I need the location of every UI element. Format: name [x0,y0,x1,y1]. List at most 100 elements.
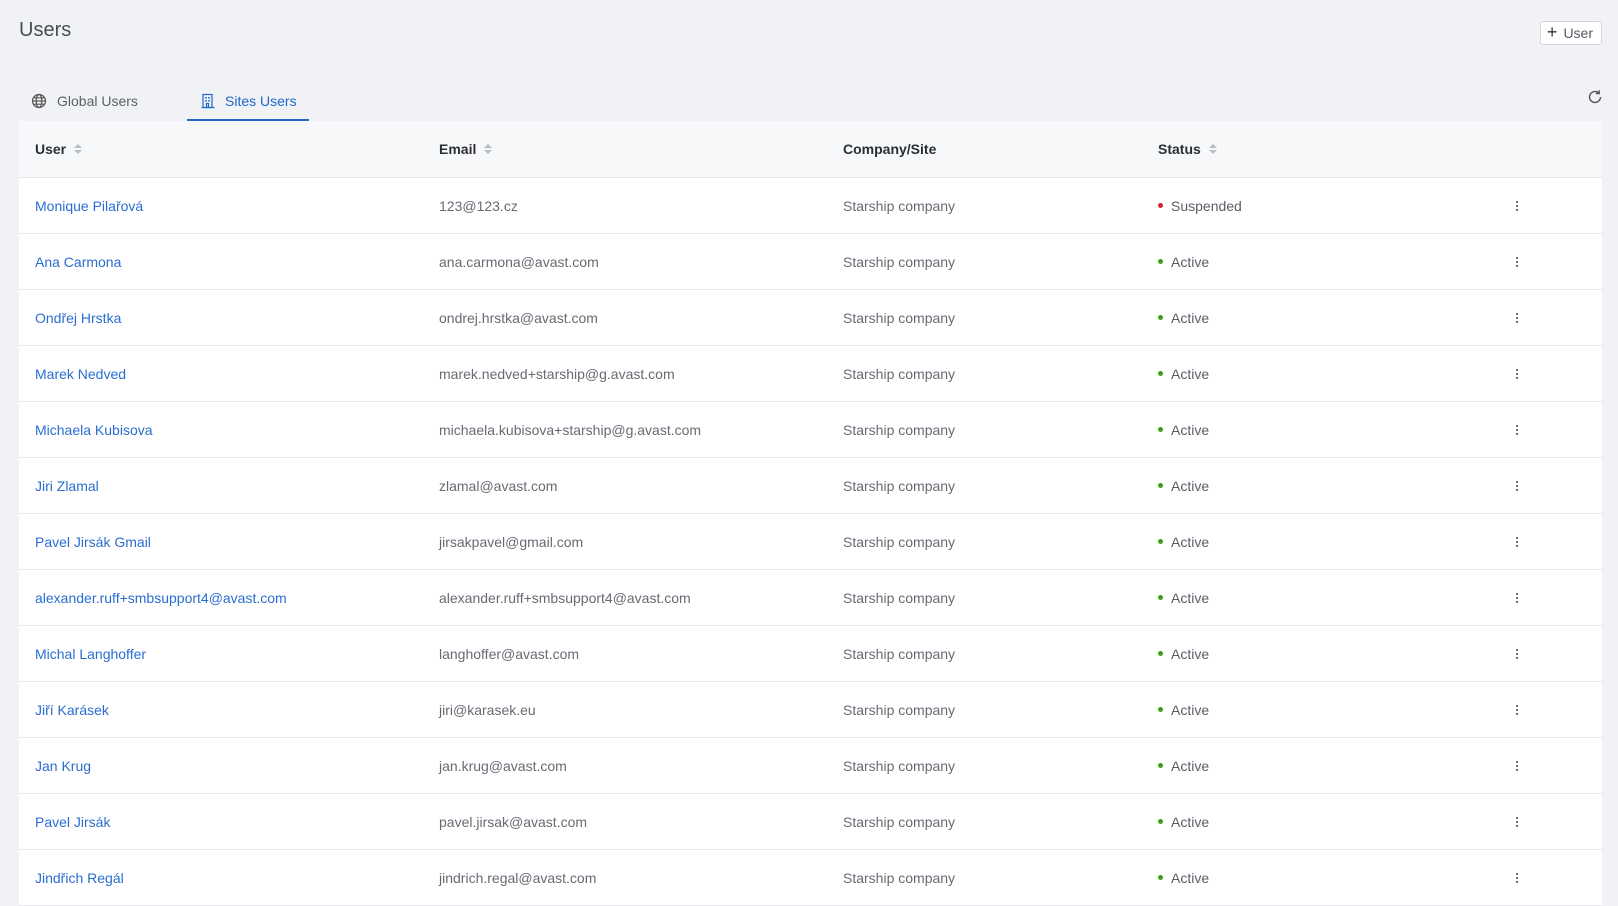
more-actions-icon[interactable] [1510,309,1524,327]
more-actions-icon[interactable] [1510,253,1524,271]
status-dot [1158,763,1163,768]
status-label: Active [1171,757,1210,774]
more-actions-icon[interactable] [1510,421,1524,439]
table-row[interactable]: Ana Carmona ana.carmona@avast.com Starship… [19,234,1602,290]
company-site: Starship company [843,589,956,606]
more-actions-icon[interactable] [1510,589,1524,607]
more-actions-icon[interactable] [1510,757,1524,775]
more-actions-icon[interactable] [1510,197,1524,215]
refresh-icon[interactable] [1586,88,1604,106]
status-dot [1158,539,1163,544]
more-actions-icon[interactable] [1510,533,1524,551]
user-name-link[interactable]: alexander.ruff+smbsupport4@avast.com [35,590,287,606]
company-site: Starship company [843,477,956,494]
table-row[interactable]: Ondřej Hrstka ondrej.hrstka@avast.com Star… [19,290,1602,346]
user-name-link[interactable]: Jindřich Regál [35,870,124,886]
status-label: Active [1171,701,1210,718]
user-name-link[interactable]: Monique Pilařová [35,198,143,214]
table-header: User Email Company/Site Status [19,121,1602,178]
user-email: ondrej.hrstka@avast.com [439,309,598,326]
sort-icon[interactable] [74,144,83,154]
globe-icon [31,93,47,109]
table-row[interactable]: Pavel Jirsák pavel.jirsak@avast.com Starsh… [19,794,1602,850]
user-name-link[interactable]: Pavel Jirsák [35,814,110,830]
add-user-label: User [1563,25,1593,41]
table-row[interactable]: alexander.ruff+smbsupport4@avast.com alex… [19,570,1602,626]
table-row[interactable]: Michal Langhoffer langhoffer@avast.com Sta… [19,626,1602,682]
user-name-link[interactable]: Marek Nedved [35,366,126,382]
table-row[interactable]: Jan Krug jan.krug@avast.com Starship compa… [19,738,1602,794]
tab-sites-users[interactable]: Sites Users [187,83,309,121]
more-actions-icon[interactable] [1510,365,1524,383]
status-badge: Active [1158,870,1512,886]
status-badge: Suspended [1158,198,1512,214]
table-row[interactable]: Michaela Kubisova michaela.kubisova+stars… [19,402,1602,458]
column-header-status[interactable]: Status [1158,141,1201,157]
company-site: Starship company [843,757,956,774]
company-site: Starship company [843,701,956,718]
plus-icon: + [1546,22,1558,42]
more-actions-icon[interactable] [1510,645,1524,663]
page-title: Users [19,19,72,41]
column-header-company: Company/Site [843,141,937,157]
sort-icon[interactable] [484,144,493,154]
tab-global-users-label: Global Users [57,93,138,109]
company-site: Starship company [843,421,956,438]
sort-icon[interactable] [1208,144,1217,154]
add-user-button[interactable]: + User [1539,21,1602,45]
table-row[interactable]: Jiri Zlamal zlamal@avast.com Starship comp… [19,458,1602,514]
company-site: Starship company [843,533,956,550]
table-row[interactable]: Jindřich Regál jindrich.regal@avast.com St… [19,850,1602,906]
table-row[interactable]: Pavel Jirsák Gmail jirsakpavel@gmail.com S… [19,514,1602,570]
more-actions-icon[interactable] [1510,477,1524,495]
user-name-link[interactable]: Jiri Zlamal [35,478,99,494]
user-email: marek.nedved+starship@g.avast.com [439,365,675,382]
more-actions-icon[interactable] [1510,701,1524,719]
column-header-user[interactable]: User [35,141,66,157]
user-name-link[interactable]: Ondřej Hrstka [35,310,121,326]
user-email: jiri@karasek.eu [439,701,536,718]
status-dot [1158,651,1163,656]
status-label: Active [1171,477,1210,494]
status-badge: Active [1158,758,1512,774]
user-name-link[interactable]: Pavel Jirsák Gmail [35,534,151,550]
table-row[interactable]: Monique Pilařová 123@123.cz Starship compa… [19,178,1602,234]
company-site: Starship company [843,309,956,326]
building-icon [201,93,215,109]
status-label: Active [1171,589,1210,606]
status-dot [1158,595,1163,600]
user-name-link[interactable]: Michaela Kubisova [35,422,153,438]
user-email: jirsakpavel@gmail.com [439,533,584,550]
company-site: Starship company [843,197,956,214]
status-dot [1158,259,1163,264]
status-badge: Active [1158,478,1512,494]
more-actions-icon[interactable] [1510,813,1524,831]
user-email: zlamal@avast.com [439,477,558,494]
status-dot [1158,315,1163,320]
company-site: Starship company [843,645,956,662]
status-badge: Active [1158,534,1512,550]
users-table: User Email Company/Site Status Monique P… [19,121,1602,906]
column-header-email[interactable]: Email [439,141,476,157]
tab-global-users[interactable]: Global Users [19,83,187,121]
user-email: 123@123.cz [439,197,518,214]
status-badge: Active [1158,254,1512,270]
status-badge: Active [1158,422,1512,438]
table-row[interactable]: Marek Nedved marek.nedved+starship@g.avas… [19,346,1602,402]
user-email: jan.krug@avast.com [439,757,567,774]
more-actions-icon[interactable] [1510,869,1524,887]
status-label: Active [1171,421,1210,438]
user-email: langhoffer@avast.com [439,645,580,662]
user-email: alexander.ruff+smbsupport4@avast.com [439,589,691,606]
table-row[interactable]: Jiří Karásek jiri@karasek.eu Starship comp… [19,682,1602,738]
user-name-link[interactable]: Jiří Karásek [35,702,109,718]
status-label: Suspended [1171,197,1242,214]
table-body: Monique Pilařová 123@123.cz Starship compa… [19,178,1602,906]
user-name-link[interactable]: Ana Carmona [35,254,121,270]
status-badge: Active [1158,646,1512,662]
user-name-link[interactable]: Jan Krug [35,758,91,774]
user-name-link[interactable]: Michal Langhoffer [35,646,146,662]
company-site: Starship company [843,365,956,382]
status-dot [1158,819,1163,824]
status-badge: Active [1158,590,1512,606]
